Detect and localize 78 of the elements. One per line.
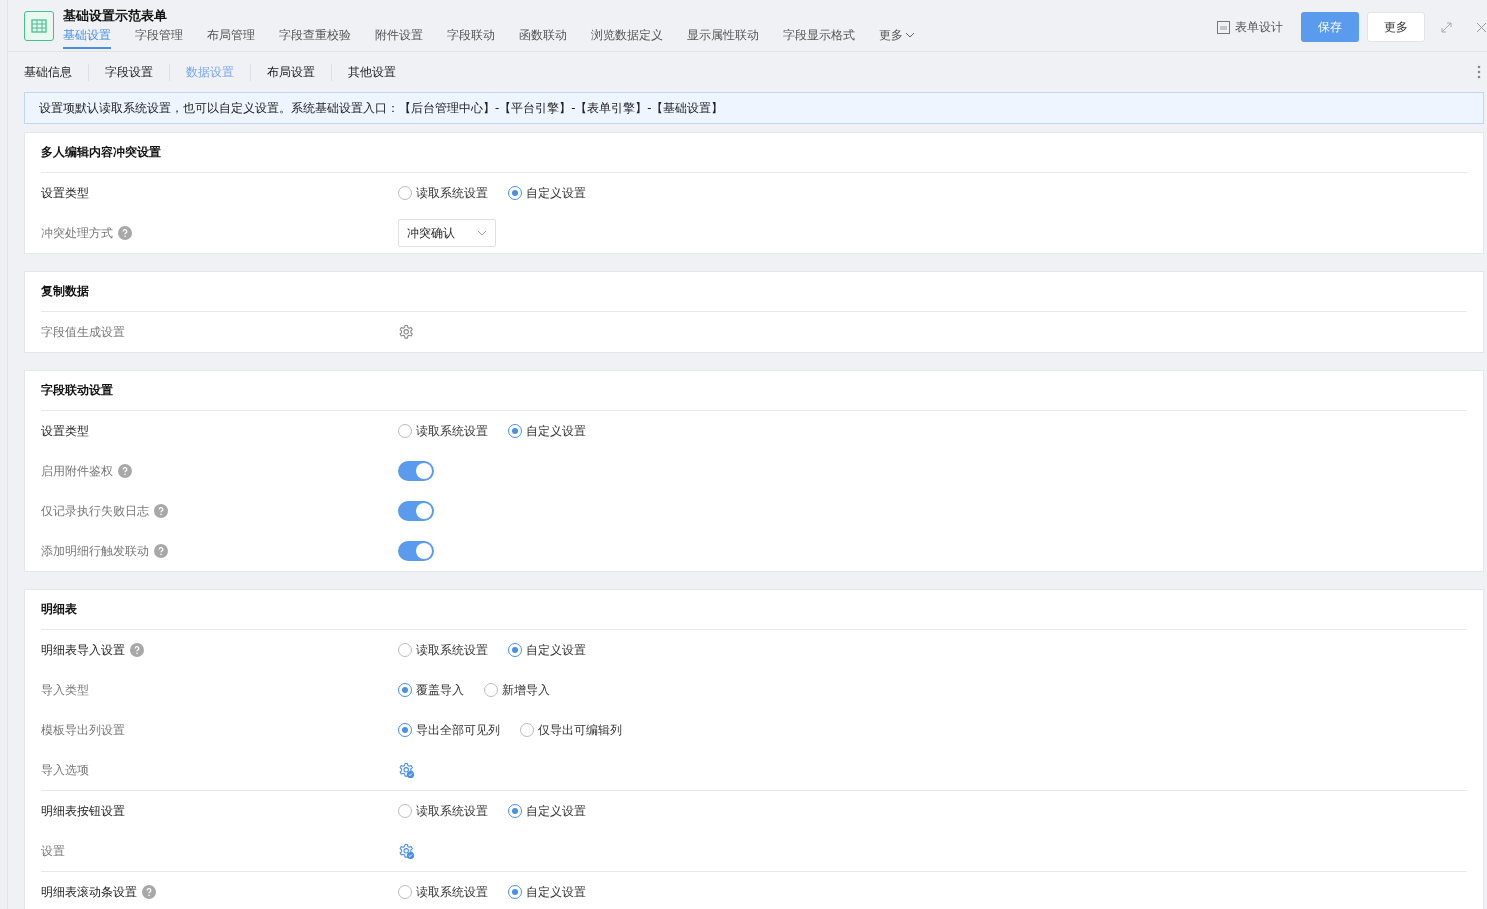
form-design-link[interactable]: 表单设计 bbox=[1217, 18, 1283, 36]
toggle-switch[interactable] bbox=[398, 541, 434, 561]
radio-option[interactable]: 读取系统设置 bbox=[398, 641, 488, 659]
select-field[interactable]: 冲突确认 bbox=[398, 219, 496, 247]
radio-button[interactable] bbox=[508, 424, 522, 438]
expand-icon[interactable] bbox=[1441, 21, 1452, 33]
radio-button[interactable] bbox=[508, 804, 522, 818]
gear-check-icon[interactable] bbox=[398, 761, 415, 779]
radio-option[interactable]: 自定义设置 bbox=[508, 641, 586, 659]
radio-button[interactable] bbox=[398, 804, 412, 818]
form-title: 基础设置示范表单 bbox=[63, 6, 168, 25]
field-label: 导入类型 bbox=[41, 681, 89, 699]
field-label: 模板导出列设置 bbox=[41, 721, 125, 739]
radio-button[interactable] bbox=[398, 186, 412, 200]
more-button[interactable]: 更多 bbox=[1367, 12, 1425, 42]
form-icon bbox=[1217, 20, 1230, 34]
radio-option[interactable]: 导出全部可见列 bbox=[398, 721, 500, 739]
nav-tab[interactable]: 布局管理 bbox=[207, 26, 255, 49]
radio-button[interactable] bbox=[398, 643, 412, 657]
field-label: 设置 bbox=[41, 842, 65, 860]
field-label: 明细表导入设置 bbox=[41, 641, 125, 659]
field-label: 仅记录执行失败日志 bbox=[41, 502, 149, 520]
nav-tab[interactable]: 字段显示格式 bbox=[783, 26, 855, 49]
sub-tab[interactable]: 字段设置 bbox=[88, 63, 169, 81]
field-label: 冲突处理方式 bbox=[41, 224, 113, 242]
info-banner: 设置项默认读取系统设置，也可以自定义设置。系统基础设置入口：【后台管理中心】-【平台引擎】-【表单引擎】-【基础设置】 bbox=[24, 92, 1484, 124]
toggle-switch[interactable] bbox=[398, 461, 434, 481]
radio-option[interactable]: 仅导出可编辑列 bbox=[520, 721, 622, 739]
radio-button[interactable] bbox=[398, 424, 412, 438]
field-label: 导入选项 bbox=[41, 761, 89, 779]
nav-tab[interactable]: 浏览数据定义 bbox=[591, 26, 663, 49]
radio-option[interactable]: 读取系统设置 bbox=[398, 422, 488, 440]
radio-button[interactable] bbox=[508, 186, 522, 200]
radio-option[interactable]: 自定义设置 bbox=[508, 422, 586, 440]
nav-tab[interactable]: 字段查重校验 bbox=[279, 26, 351, 49]
gear-icon[interactable] bbox=[398, 323, 415, 341]
toggle-switch[interactable] bbox=[398, 501, 434, 521]
radio-button[interactable] bbox=[508, 885, 522, 899]
gear-check-icon[interactable] bbox=[398, 842, 415, 860]
nav-tab[interactable]: 附件设置 bbox=[375, 26, 423, 49]
radio-option[interactable]: 自定义设置 bbox=[508, 883, 586, 901]
radio-option[interactable]: 读取系统设置 bbox=[398, 802, 488, 820]
radio-button[interactable] bbox=[398, 723, 412, 737]
radio-button[interactable] bbox=[398, 885, 412, 899]
radio-button[interactable] bbox=[398, 683, 412, 697]
radio-option[interactable]: 自定义设置 bbox=[508, 184, 586, 202]
sub-tab[interactable]: 其他设置 bbox=[331, 63, 412, 81]
section-title: 字段联动设置 bbox=[41, 371, 1467, 411]
radio-option[interactable]: 读取系统设置 bbox=[398, 184, 488, 202]
section-title: 明细表 bbox=[41, 590, 1467, 630]
field-label: 明细表滚动条设置 bbox=[41, 883, 137, 901]
radio-option[interactable]: 新增导入 bbox=[484, 681, 550, 699]
section-title: 多人编辑内容冲突设置 bbox=[41, 133, 1467, 173]
nav-tab[interactable]: 字段管理 bbox=[135, 26, 183, 49]
field-label: 设置类型 bbox=[41, 422, 89, 440]
field-label: 添加明细行触发联动 bbox=[41, 542, 149, 560]
section-title: 复制数据 bbox=[41, 272, 1467, 312]
radio-button[interactable] bbox=[508, 643, 522, 657]
table-icon bbox=[24, 10, 54, 41]
chevron-down-icon bbox=[477, 230, 487, 236]
field-label: 明细表按钮设置 bbox=[41, 802, 125, 820]
kebab-menu-icon[interactable] bbox=[1477, 65, 1481, 79]
field-label: 字段值生成设置 bbox=[41, 323, 125, 341]
nav-tab[interactable]: 字段联动 bbox=[447, 26, 495, 49]
sub-tab[interactable]: 基础信息 bbox=[24, 63, 88, 81]
field-label: 设置类型 bbox=[41, 184, 89, 202]
nav-tab[interactable]: 函数联动 bbox=[519, 26, 567, 49]
radio-button[interactable] bbox=[520, 723, 534, 737]
nav-tab[interactable]: 显示属性联动 bbox=[687, 26, 759, 49]
radio-option[interactable]: 读取系统设置 bbox=[398, 883, 488, 901]
sub-tab[interactable]: 布局设置 bbox=[250, 63, 331, 81]
radio-option[interactable]: 自定义设置 bbox=[508, 802, 586, 820]
field-label: 启用附件鉴权 bbox=[41, 462, 113, 480]
radio-option[interactable]: 覆盖导入 bbox=[398, 681, 464, 699]
radio-button[interactable] bbox=[484, 683, 498, 697]
close-icon[interactable] bbox=[1476, 21, 1487, 33]
more-tab[interactable]: 更多 bbox=[879, 26, 915, 49]
chevron-down-icon bbox=[905, 32, 915, 38]
